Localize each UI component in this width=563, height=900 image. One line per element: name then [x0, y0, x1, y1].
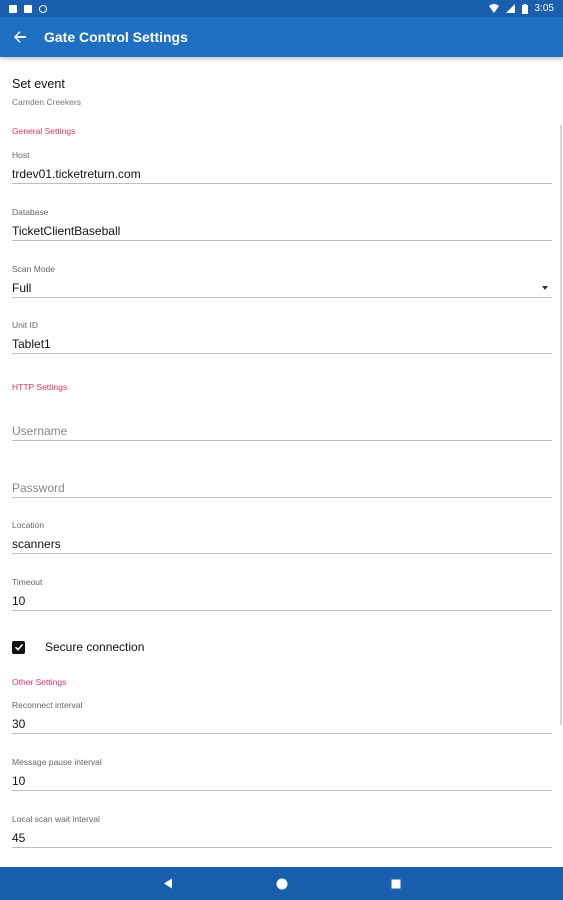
notification-icon	[9, 4, 17, 13]
page-title: Gate Control Settings	[44, 29, 188, 45]
password-placeholder[interactable]: Password	[12, 481, 65, 495]
reconnect-interval-label: Reconnect interval	[12, 700, 83, 710]
host-label: Host	[12, 150, 30, 160]
scrollbar[interactable]	[560, 125, 562, 725]
scan-mode-underline	[12, 297, 552, 298]
reconnect-interval-value[interactable]: 30	[12, 717, 25, 731]
nav-home-button[interactable]	[262, 867, 302, 900]
status-left-icons	[9, 4, 47, 13]
recents-square-icon	[391, 879, 401, 888]
database-label: Database	[12, 207, 49, 217]
reconnect-interval-field[interactable]: Reconnect interval 30	[12, 700, 552, 750]
timeout-underline	[12, 610, 552, 611]
location-underline	[12, 553, 552, 554]
status-right-icons: 3:05	[488, 3, 554, 14]
timeout-field[interactable]: Timeout 10	[12, 577, 552, 627]
sync-icon	[39, 4, 47, 13]
database-underline	[12, 240, 552, 241]
unit-id-field[interactable]: Unit ID Tablet1	[12, 320, 552, 370]
host-value[interactable]: trdev01.ticketreturn.com	[12, 167, 141, 181]
section-general-settings: General Settings	[12, 126, 76, 136]
home-circle-icon	[276, 878, 288, 889]
section-other-settings: Other Settings	[12, 677, 67, 687]
timeout-label: Timeout	[12, 577, 43, 587]
timeout-value[interactable]: 10	[12, 594, 25, 608]
back-button[interactable]	[0, 17, 40, 57]
checkmark-icon	[14, 643, 23, 651]
scan-mode-select[interactable]: Scan Mode Full	[12, 264, 552, 314]
settings-list[interactable]: Set event Camden Creekers General Settin…	[0, 57, 563, 867]
signal-icon	[505, 4, 515, 13]
username-placeholder[interactable]: Username	[12, 424, 67, 438]
secure-connection-row[interactable]: Secure connection	[12, 640, 144, 654]
local-scan-wait-interval-field[interactable]: Local scan wait interval 45	[12, 814, 552, 864]
status-time: 3:05	[534, 3, 554, 14]
message-pause-interval-underline	[12, 790, 552, 791]
battery-icon	[521, 3, 528, 14]
navigation-bar	[0, 867, 563, 900]
nav-recents-button[interactable]	[376, 867, 416, 900]
host-underline	[12, 183, 552, 184]
event-name: Camden Creekers	[12, 97, 81, 107]
password-underline	[12, 497, 552, 498]
unit-id-label: Unit ID	[12, 320, 38, 330]
arrow-left-icon	[14, 31, 26, 43]
message-pause-interval-field[interactable]: Message pause interval 10	[12, 757, 552, 807]
database-field[interactable]: Database TicketClientBaseball	[12, 207, 552, 257]
scan-mode-label: Scan Mode	[12, 264, 55, 274]
wifi-icon	[488, 4, 499, 13]
location-label: Location	[12, 520, 45, 530]
local-scan-wait-interval-underline	[12, 847, 552, 848]
message-pause-interval-label: Message pause interval	[12, 757, 102, 767]
location-field[interactable]: Location scanners	[12, 520, 552, 570]
unit-id-underline	[12, 353, 552, 354]
dropdown-arrow-icon[interactable]	[542, 286, 548, 290]
username-underline	[12, 440, 552, 441]
secure-connection-checkbox[interactable]	[12, 640, 25, 654]
password-field[interactable]: Password	[12, 464, 552, 514]
message-pause-interval-value[interactable]: 10	[12, 774, 25, 788]
host-field[interactable]: Host trdev01.ticketreturn.com	[12, 150, 552, 200]
scan-mode-value[interactable]: Full	[12, 281, 31, 295]
secure-connection-label[interactable]: Secure connection	[45, 640, 144, 654]
nav-back-button[interactable]	[148, 867, 188, 900]
username-field[interactable]: Username	[12, 407, 552, 457]
local-scan-wait-interval-label: Local scan wait interval	[12, 814, 100, 824]
location-value[interactable]: scanners	[12, 537, 61, 551]
set-event-label[interactable]: Set event	[12, 77, 65, 91]
status-bar: 3:05	[0, 0, 563, 17]
database-value[interactable]: TicketClientBaseball	[12, 224, 120, 238]
app-bar: Gate Control Settings	[0, 17, 563, 57]
section-http-settings: HTTP Settings	[12, 382, 68, 392]
local-scan-wait-interval-value[interactable]: 45	[12, 831, 25, 845]
back-triangle-icon	[164, 878, 172, 889]
unit-id-value[interactable]: Tablet1	[12, 337, 51, 351]
reconnect-interval-underline	[12, 733, 552, 734]
sd-card-icon	[24, 4, 32, 13]
